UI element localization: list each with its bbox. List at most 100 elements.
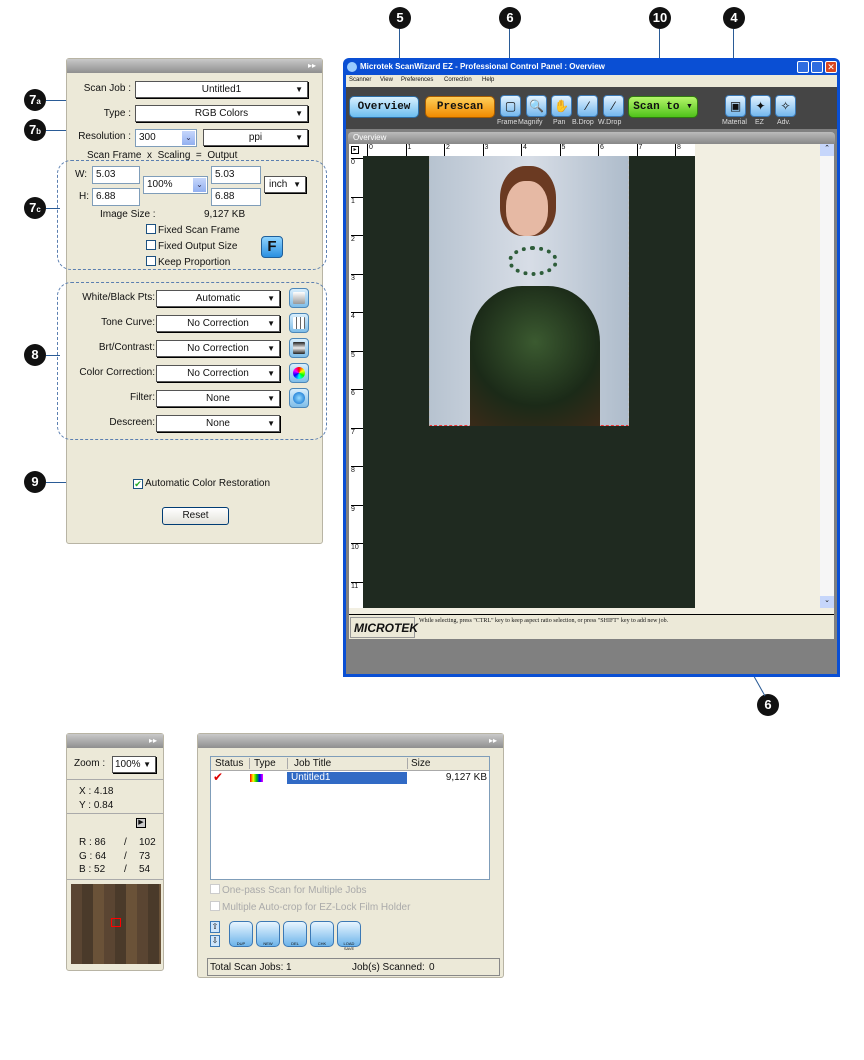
scan-height-input[interactable]: 6.88 (92, 188, 140, 206)
scan-job-dropdown[interactable]: Untitled1 ▼ (135, 81, 308, 98)
tone-curve-icon[interactable] (289, 313, 309, 333)
menu-view[interactable]: View (380, 77, 393, 83)
x-coordinate: X : 4.18 (79, 786, 114, 797)
color-wheel-icon[interactable] (289, 363, 309, 383)
minimize-button[interactable] (797, 61, 809, 73)
y-coordinate: Y : 0.84 (79, 800, 114, 811)
vertical-scrollbar[interactable]: ⌃ ⌄ (820, 144, 834, 608)
overview-button[interactable]: Overview (349, 96, 419, 118)
ez-mode-icon[interactable]: ✦ (750, 95, 771, 117)
separator: / (124, 851, 127, 862)
job-summary: Total Scan Jobs: 1 Job(s) Scanned: 0 (207, 958, 500, 976)
scaling-combo[interactable]: 100% ⌄ (143, 176, 208, 194)
menu-scanner[interactable]: Scanner (349, 77, 371, 83)
panel-header[interactable]: ▸▸ (67, 59, 322, 73)
close-button[interactable]: ✕ (825, 61, 837, 73)
fixed-output-size-checkbox[interactable]: Fixed Output Size (146, 240, 237, 252)
panel-header[interactable]: ▸▸ (67, 734, 163, 748)
callout-6: 6 (499, 7, 521, 29)
menu-preferences[interactable]: Preferences (401, 77, 433, 83)
correction-label: Color Correction: (79, 367, 155, 378)
correction-dropdown[interactable]: Automatic ▼ (156, 290, 280, 307)
ruler-vertical: 0 1 2 3 4 5 6 7 8 9 10 11 (349, 156, 363, 608)
col-size[interactable]: Size (407, 758, 430, 769)
black-dropper-icon[interactable]: ⁄ (577, 95, 598, 117)
ruler-tick: 5 (559, 144, 565, 156)
check-job-icon[interactable]: CHK (310, 921, 334, 947)
output-height-input[interactable]: 6.88 (211, 188, 261, 206)
scan-width-input[interactable]: 5.03 (92, 166, 140, 184)
acr-checkbox[interactable]: ✔ Automatic Color Restoration (133, 478, 270, 489)
brightness-contrast-icon[interactable] (289, 338, 309, 358)
ruler-tick: 1 (351, 196, 363, 205)
b-value: B : 52 (79, 864, 106, 875)
preview-area[interactable] (363, 156, 695, 608)
ruler-tick: 3 (482, 144, 488, 156)
jobs-scanned-value: 0 (429, 962, 435, 973)
callout-4: 4 (723, 7, 745, 29)
callout-9: 9 (24, 471, 46, 493)
new-job-icon[interactable]: NEW (256, 921, 280, 947)
filter-icon[interactable] (289, 388, 309, 408)
correction-dropdown[interactable]: None ▼ (156, 390, 280, 407)
reset-button[interactable]: Reset (162, 507, 229, 525)
auto-crop-checkbox[interactable]: Multiple Auto-crop for EZ-Lock Film Hold… (210, 901, 410, 913)
rgb-type-icon (250, 774, 263, 782)
ruler-toggle-button[interactable]: ▸ (351, 146, 359, 154)
total-jobs-label: Total Scan Jobs: (210, 962, 284, 973)
zoom-dropdown[interactable]: 100% ▼ (112, 756, 156, 773)
pan-tool-icon[interactable]: ✋ (551, 95, 572, 117)
load-save-icon[interactable]: LOAD SAVE (337, 921, 361, 951)
histogram-icon[interactable] (289, 288, 309, 308)
ruler-tick: 6 (598, 144, 604, 156)
settings-panel: ▸▸ Scan Job : Untitled1 ▼ Type : RGB Colo… (57, 58, 327, 544)
resolution-combo[interactable]: 300 ⌄ (135, 129, 197, 147)
col-type[interactable]: Type (249, 758, 276, 769)
maximize-button[interactable] (811, 61, 823, 73)
advanced-mode-icon[interactable]: ✧ (775, 95, 796, 117)
unit-dropdown[interactable]: inch ▼ (264, 176, 306, 193)
correction-dropdown[interactable]: No Correction ▼ (156, 315, 280, 332)
job-title-cell[interactable]: Untitled1 (287, 772, 407, 784)
move-up-icon[interactable]: ⇧ (210, 921, 220, 933)
prescan-button[interactable]: Prescan (425, 96, 495, 118)
correction-dropdown[interactable]: No Correction ▼ (156, 340, 280, 357)
panel-header[interactable]: ▸▸ (198, 734, 503, 748)
status-text: While selecting, press "CTRL" key to kee… (419, 618, 669, 624)
magnify-tool-icon[interactable]: 🔍 (526, 95, 547, 117)
fixed-scan-frame-checkbox[interactable]: Fixed Scan Frame (146, 224, 240, 236)
menu-help[interactable]: Help (482, 77, 494, 83)
correction-dropdown[interactable]: None ▼ (156, 415, 280, 432)
image-size-value: 9,127 KB (204, 209, 246, 220)
correction-label: Descreen: (109, 417, 155, 428)
play-button[interactable]: ▶ (136, 818, 146, 828)
wdrop-label: W.Drop (598, 119, 622, 126)
delete-job-icon[interactable]: DEL (283, 921, 307, 947)
table-row[interactable]: ✔ Untitled1 9,127 KB (211, 770, 489, 784)
ruler-tick: 4 (351, 312, 363, 320)
output-width-input[interactable]: 5.03 (211, 166, 261, 184)
one-pass-checkbox[interactable]: One-pass Scan for Multiple Jobs (210, 884, 367, 896)
window-title: Microtek ScanWizard EZ - Professional Co… (360, 62, 605, 71)
job-list-panel: ▸▸ Status Type Job Title Size ✔ Untitled… (197, 733, 504, 978)
frame-label: Frame (497, 119, 518, 126)
ruler-tick: 10 (351, 543, 363, 551)
white-dropper-icon[interactable]: ⁄ (603, 95, 624, 117)
ruler-tick: 0 (367, 144, 373, 156)
keep-proportion-checkbox[interactable]: Keep Proportion (146, 256, 230, 268)
scan-frame-selection[interactable] (429, 156, 629, 426)
f-button[interactable]: F (261, 236, 283, 258)
scan-to-button[interactable]: Scan to ▾ (628, 96, 698, 118)
resolution-unit-dropdown[interactable]: ppi ▼ (203, 129, 308, 146)
col-job-title[interactable]: Job Title (287, 758, 331, 769)
correction-dropdown[interactable]: No Correction ▼ (156, 365, 280, 382)
g-value: G : 64 (79, 851, 107, 862)
move-down-icon[interactable]: ⇩ (210, 935, 220, 947)
frame-tool-icon[interactable]: ▢ (500, 95, 521, 117)
r-value: R : 86 (79, 837, 106, 848)
duplicate-job-icon[interactable]: DUP (229, 921, 253, 947)
col-status[interactable]: Status (215, 758, 243, 769)
type-dropdown[interactable]: RGB Colors ▼ (135, 105, 308, 122)
material-mode-icon[interactable]: ▣ (725, 95, 746, 117)
menu-correction[interactable]: Correction (444, 77, 472, 83)
